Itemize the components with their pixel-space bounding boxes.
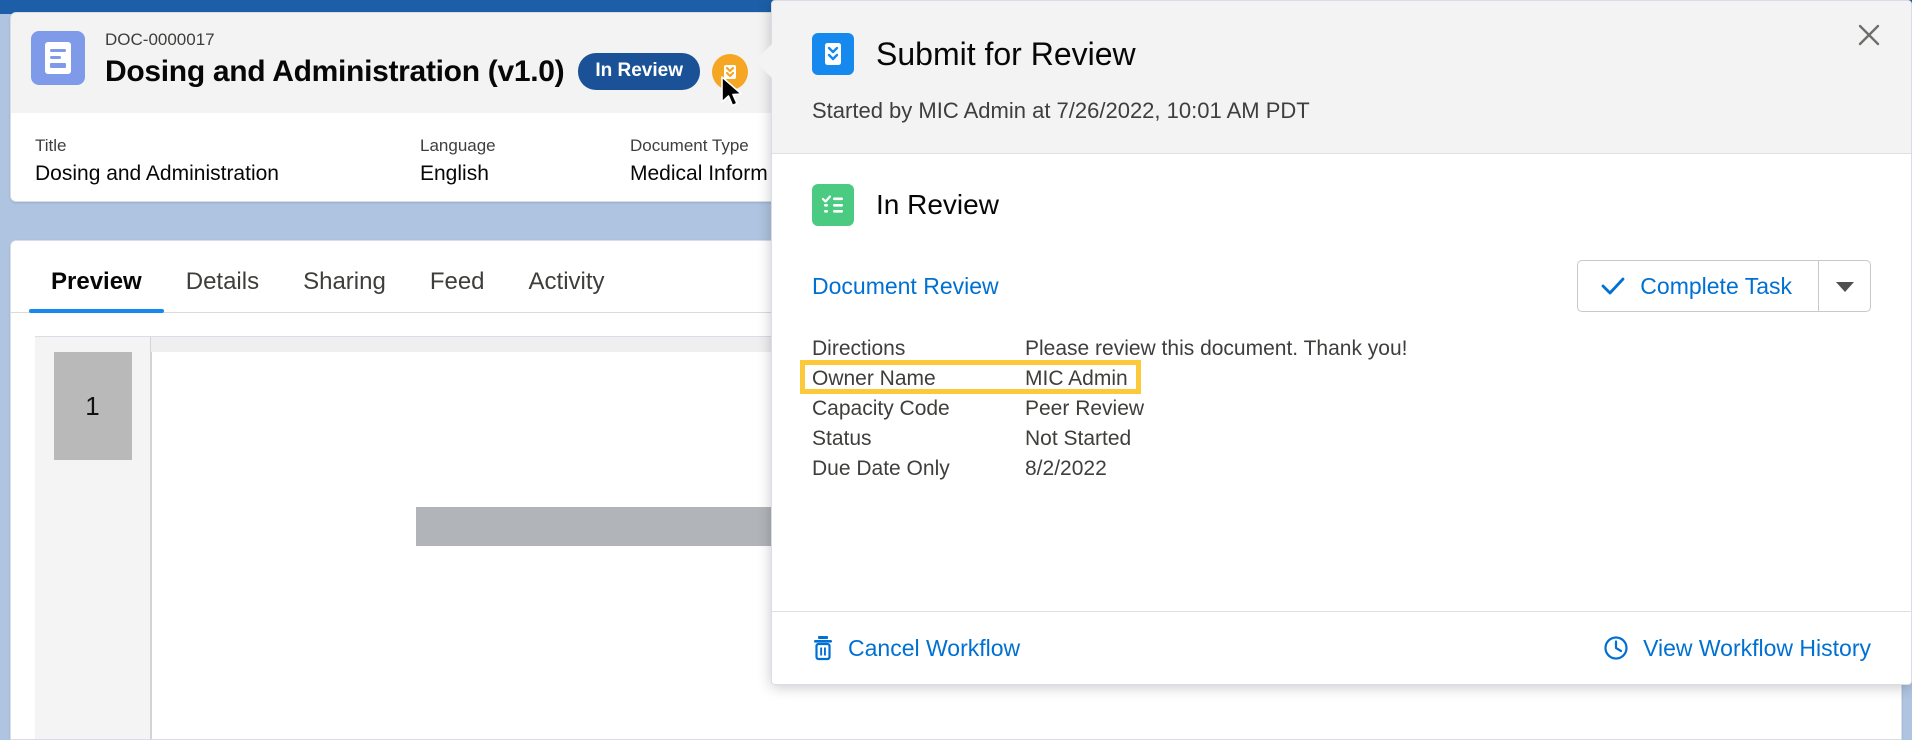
clock-icon: [1603, 635, 1629, 661]
close-icon[interactable]: [1849, 15, 1889, 55]
status-badge: In Review: [578, 53, 700, 90]
page-thumbnail[interactable]: 1: [54, 352, 132, 460]
popover-body: In Review Document Review Complete Task: [772, 154, 1911, 611]
record-title-row: Dosing and Administration (v1.0) In Revi…: [105, 53, 748, 90]
tab-activity[interactable]: Activity: [507, 268, 627, 312]
detail-value: Peer Review: [1025, 396, 1144, 422]
tab-preview[interactable]: Preview: [29, 268, 164, 312]
field-label: Language: [420, 135, 630, 157]
detail-value: Not Started: [1025, 426, 1131, 452]
field-language: Language English: [420, 135, 630, 202]
detail-row: Due Date Only 8/2/2022: [812, 454, 1871, 484]
popover-title: Submit for Review: [876, 35, 1136, 73]
detail-value: MIC Admin: [1025, 366, 1128, 392]
detail-row: Capacity Code Peer Review: [812, 394, 1871, 424]
check-icon: [1600, 275, 1626, 297]
detail-row: Directions Please review this document. …: [812, 334, 1871, 364]
document-icon: [31, 31, 85, 85]
popover-footer: Cancel Workflow View Workflow History: [772, 611, 1911, 684]
popover-header: Submit for Review Started by MIC Admin a…: [772, 1, 1911, 154]
submit-for-review-icon: [812, 33, 854, 75]
field-title: Title Dosing and Administration: [35, 135, 420, 202]
record-type-label: DOC-0000017: [105, 29, 748, 51]
popover-title-row: Submit for Review: [812, 33, 1871, 75]
workflow-popover: Submit for Review Started by MIC Admin a…: [771, 0, 1912, 685]
detail-value: Please review this document. Thank you!: [1025, 336, 1407, 362]
detail-label: Due Date Only: [812, 456, 1025, 482]
detail-value: 8/2/2022: [1025, 456, 1107, 482]
app-root: DOC-0000017 Dosing and Administration (v…: [0, 0, 1912, 740]
detail-row: Status Not Started: [812, 424, 1871, 454]
page-title: Dosing and Administration (v1.0): [105, 54, 564, 90]
workflow-badge-icon[interactable]: [712, 54, 748, 90]
page-thumbnail-rail[interactable]: 1: [35, 337, 151, 740]
checklist-icon: [812, 184, 854, 226]
tab-details[interactable]: Details: [164, 268, 281, 312]
detail-label: Capacity Code: [812, 396, 1025, 422]
complete-task-button[interactable]: Complete Task: [1578, 261, 1818, 311]
complete-task-label: Complete Task: [1640, 273, 1792, 300]
field-label: Title: [35, 135, 420, 157]
detail-label: Status: [812, 426, 1025, 452]
detail-label: Owner Name: [812, 366, 1025, 392]
workflow-step: In Review: [812, 184, 1871, 226]
trash-icon: [812, 635, 834, 661]
task-detail-list: Directions Please review this document. …: [812, 334, 1871, 484]
detail-label: Directions: [812, 336, 1025, 362]
view-workflow-history-button[interactable]: View Workflow History: [1603, 634, 1871, 662]
task-row: Document Review Complete Task: [812, 260, 1871, 312]
tab-sharing[interactable]: Sharing: [281, 268, 408, 312]
popover-subtitle: Started by MIC Admin at 7/26/2022, 10:01…: [812, 97, 1871, 125]
cancel-workflow-button[interactable]: Cancel Workflow: [812, 634, 1020, 662]
field-value: English: [420, 160, 630, 188]
field-value: Dosing and Administration: [35, 160, 420, 188]
popover-pointer: [754, 44, 772, 78]
chevron-down-icon[interactable]: [1818, 261, 1870, 311]
view-workflow-history-label: View Workflow History: [1643, 634, 1871, 662]
workflow-step-name: In Review: [876, 188, 999, 222]
record-titles: DOC-0000017 Dosing and Administration (v…: [105, 29, 748, 90]
task-name-link[interactable]: Document Review: [812, 272, 999, 300]
detail-row: Owner Name MIC Admin: [812, 364, 1871, 394]
cancel-workflow-label: Cancel Workflow: [848, 634, 1020, 662]
tab-feed[interactable]: Feed: [408, 268, 507, 312]
complete-task-button-group: Complete Task: [1577, 260, 1871, 312]
